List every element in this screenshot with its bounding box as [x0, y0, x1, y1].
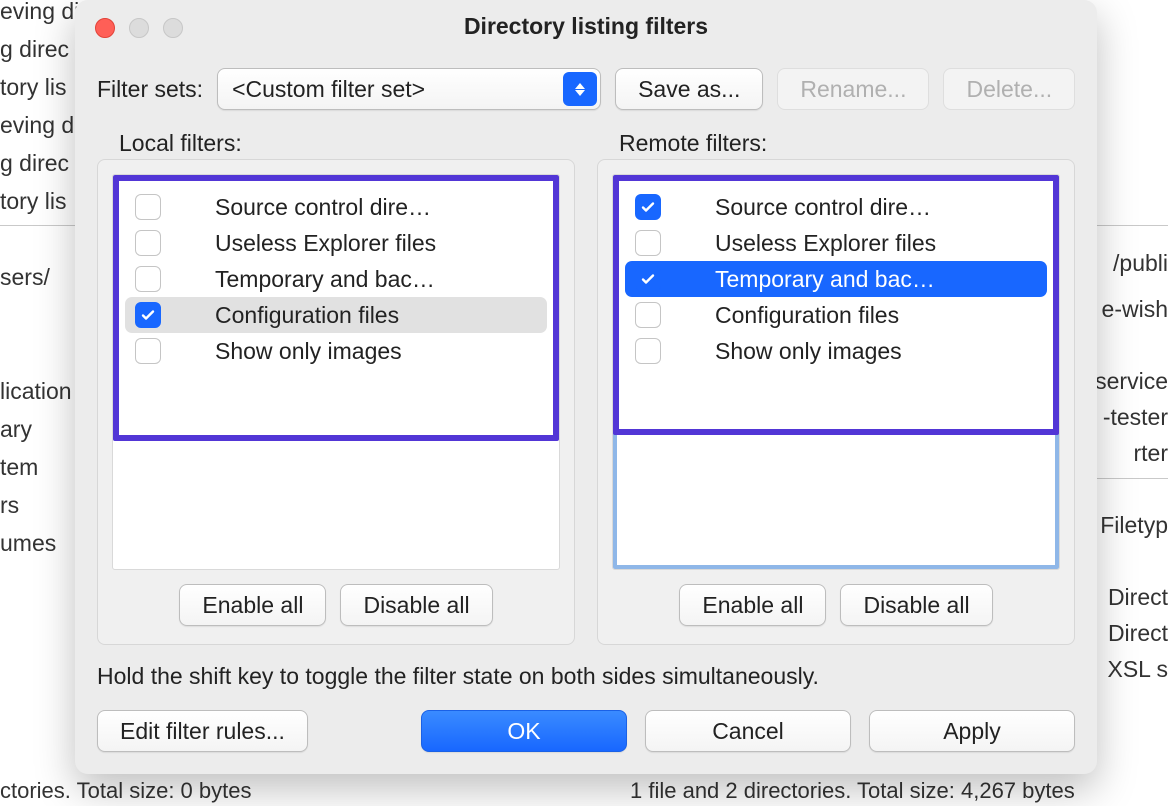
dialog-window: Directory listing filters Filter sets: <… — [75, 0, 1097, 774]
status-bar-left: ctories. Total size: 0 bytes — [0, 776, 252, 806]
remote-enable-all-button[interactable]: Enable all — [679, 584, 826, 626]
filter-checkbox[interactable] — [635, 194, 661, 220]
cancel-button[interactable]: Cancel — [645, 710, 851, 752]
filter-checkbox[interactable] — [635, 302, 661, 328]
filter-label: Show only images — [173, 338, 537, 365]
filter-list-item[interactable]: Source control dire… — [625, 189, 1047, 225]
local-filters-panel: Local filters: Source control dire… Usele… — [97, 120, 575, 645]
popup-stepper-icon — [563, 72, 597, 106]
filter-label: Source control dire… — [673, 194, 1037, 221]
rename-button: Rename... — [777, 68, 929, 110]
filter-sets-label: Filter sets: — [97, 76, 203, 103]
dialog-title: Directory listing filters — [464, 13, 708, 40]
titlebar: Directory listing filters — [75, 0, 1097, 52]
remote-disable-all-button[interactable]: Disable all — [840, 584, 992, 626]
filter-list-item[interactable]: Temporary and bac… — [125, 261, 547, 297]
apply-button[interactable]: Apply — [869, 710, 1075, 752]
filter-label: Temporary and bac… — [173, 266, 537, 293]
filter-checkbox[interactable] — [635, 230, 661, 256]
filter-label: Source control dire… — [173, 194, 537, 221]
local-disable-all-button[interactable]: Disable all — [340, 584, 492, 626]
filter-checkbox[interactable] — [135, 338, 161, 364]
filter-checkbox[interactable] — [635, 338, 661, 364]
filter-checkbox[interactable] — [135, 266, 161, 292]
local-filters-header: Local filters: — [119, 130, 575, 157]
remote-filters-panel: Remote filters: Source control dire… Usel… — [597, 120, 1075, 645]
status-bar-right: 1 file and 2 directories. Total size: 4,… — [630, 776, 1075, 806]
filter-label: Useless Explorer files — [173, 230, 537, 257]
filter-label: Configuration files — [173, 302, 537, 329]
zoom-window-button — [163, 18, 183, 38]
filter-label: Configuration files — [673, 302, 1037, 329]
filter-list-item[interactable]: Show only images — [625, 333, 1047, 369]
filter-label: Temporary and bac… — [673, 266, 1037, 293]
hint-text: Hold the shift key to toggle the filter … — [75, 645, 1097, 690]
filter-list-item[interactable]: Show only images — [125, 333, 547, 369]
remote-filters-header: Remote filters: — [619, 130, 1075, 157]
minimize-window-button — [129, 18, 149, 38]
filter-list-item[interactable]: Temporary and bac… — [625, 261, 1047, 297]
local-enable-all-button[interactable]: Enable all — [179, 584, 326, 626]
local-filters-list[interactable]: Source control dire… Useless Explorer fil… — [112, 174, 560, 570]
remote-filters-list[interactable]: Source control dire… Useless Explorer fil… — [612, 174, 1060, 570]
save-as-button[interactable]: Save as... — [615, 68, 763, 110]
filter-sets-popup[interactable]: <Custom filter set> — [217, 68, 601, 110]
close-window-button[interactable] — [95, 18, 115, 38]
filter-label: Show only images — [673, 338, 1037, 365]
filter-checkbox[interactable] — [135, 194, 161, 220]
filter-list-item[interactable]: Useless Explorer files — [625, 225, 1047, 261]
filter-checkbox[interactable] — [135, 302, 161, 328]
edit-filter-rules-button[interactable]: Edit filter rules... — [97, 710, 308, 752]
delete-button: Delete... — [943, 68, 1075, 110]
window-controls — [95, 18, 183, 38]
ok-button[interactable]: OK — [421, 710, 627, 752]
filter-list-item[interactable]: Useless Explorer files — [125, 225, 547, 261]
filter-checkbox[interactable] — [135, 230, 161, 256]
filter-list-item[interactable]: Configuration files — [125, 297, 547, 333]
filter-list-item[interactable]: Configuration files — [625, 297, 1047, 333]
filter-sets-value: <Custom filter set> — [232, 76, 425, 103]
filter-checkbox[interactable] — [635, 266, 661, 292]
filter-list-item[interactable]: Source control dire… — [125, 189, 547, 225]
filter-label: Useless Explorer files — [673, 230, 1037, 257]
